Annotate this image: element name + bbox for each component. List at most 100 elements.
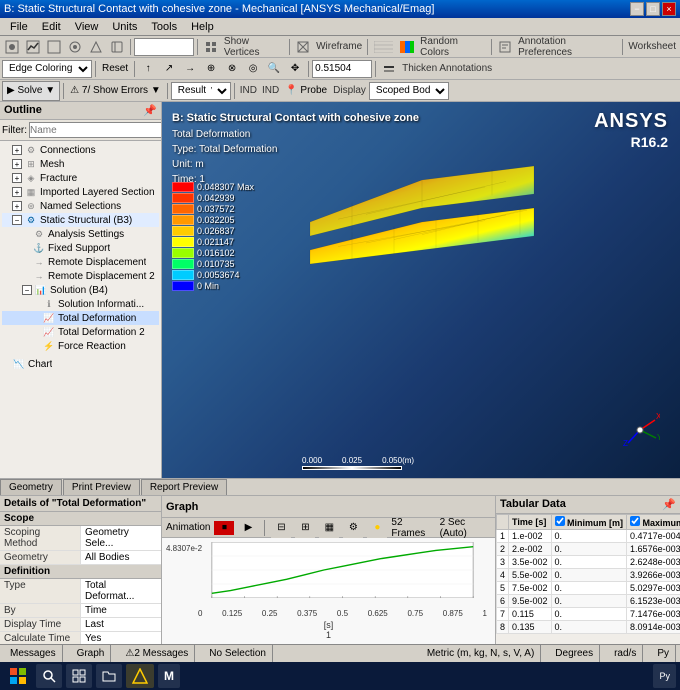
wireframe-btn[interactable] <box>293 37 313 57</box>
taskbar-clock[interactable]: Py <box>653 664 676 688</box>
tree-item-static-structural[interactable]: − ⚙ Static Structural (B3) <box>2 213 159 227</box>
tree-item-mesh[interactable]: + ⊞ Mesh <box>2 157 159 171</box>
max-checkbox[interactable] <box>630 516 640 526</box>
menu-tools[interactable]: Tools <box>145 20 183 34</box>
anim-bar3-btn[interactable]: ▦ <box>319 518 339 538</box>
tb-run-btn[interactable]: ▶ Solve ▼ <box>2 81 60 101</box>
anim-bar2-btn[interactable]: ⊞ <box>295 518 315 538</box>
taskbar-task-view[interactable] <box>66 664 92 688</box>
menu-view[interactable]: View <box>69 20 105 34</box>
result-dropdown[interactable]: Result ▼ <box>171 82 231 100</box>
messages-tab[interactable]: Messages <box>4 645 63 662</box>
min-checkbox[interactable] <box>555 516 565 526</box>
tb-reset-btn[interactable]: Reset <box>99 59 131 79</box>
display-label: Display <box>331 85 368 96</box>
tree-item-total-deform-2[interactable]: 📈 Total Deformation 2 <box>2 325 159 339</box>
fixed-label: Fixed Support <box>48 243 110 254</box>
menu-units[interactable]: Units <box>106 20 143 34</box>
col-header-max: Maximum [m] <box>627 515 680 530</box>
outline-pin[interactable]: 📌 <box>143 104 157 117</box>
tb-thicken-btn[interactable] <box>379 59 399 79</box>
start-button[interactable] <box>4 664 32 688</box>
anim-bar-btn[interactable]: ⊟ <box>271 518 291 538</box>
tb-btn-1[interactable] <box>2 37 22 57</box>
taskbar-mail[interactable]: M <box>158 664 180 688</box>
tree-item-analysis-settings[interactable]: ⚙ Analysis Settings <box>2 227 159 241</box>
tree-item-chart[interactable]: 📉 Chart <box>2 357 159 371</box>
maximize-button[interactable]: □ <box>646 2 660 16</box>
tree-item-total-deform[interactable]: 📈 Total Deformation <box>2 311 159 325</box>
tab-report-preview[interactable]: Report Preview <box>141 479 227 495</box>
viewport[interactable]: ANSYS R16.2 B: Static Structural Contact… <box>162 102 680 478</box>
graph-tab[interactable]: Graph <box>71 645 112 662</box>
tree-item-named-sel[interactable]: + ⊛ Named Selections <box>2 199 159 213</box>
show-mesh-btn[interactable] <box>371 37 396 57</box>
tree-item-remote-disp-2[interactable]: → Remote Displacement 2 <box>2 269 159 283</box>
show-vertices-btn[interactable] <box>201 37 221 57</box>
menu-edit[interactable]: Edit <box>36 20 67 34</box>
scoped-bodies-dropdown[interactable]: Scoped Bodies ▼ <box>369 82 449 100</box>
anim-dot-btn[interactable]: ● <box>367 518 387 538</box>
tree-item-force-reaction[interactable]: ⚡ Force Reaction <box>2 339 159 353</box>
sep-1 <box>130 39 131 55</box>
toolbar-dropdown-1[interactable] <box>134 38 194 56</box>
tb-errors-btn[interactable]: ⚠ 7/ Show Errors ▼ <box>67 81 164 101</box>
tab-print-preview[interactable]: Print Preview <box>63 479 140 495</box>
tb-btn-5[interactable] <box>86 37 106 57</box>
total-deform2-label: Total Deformation 2 <box>58 327 145 338</box>
graph-title: Graph <box>166 501 198 513</box>
tabular-scroll[interactable]: Time [s] Minimum [m] Maximum [m] 11.e-00… <box>496 514 680 644</box>
tabular-pin[interactable]: 📌 <box>662 498 676 511</box>
result-value-input[interactable] <box>312 60 372 78</box>
tab-geometry[interactable]: Geometry <box>0 479 62 495</box>
anim-stop-btn[interactable]: ⏹ <box>214 521 234 535</box>
tb-move-btn[interactable]: ✥ <box>285 59 305 79</box>
table-row: 45.5e-0020.3.9266e-003 <box>497 569 680 582</box>
tb-zoom-btn[interactable]: 🔍 <box>264 59 284 79</box>
tb-btn-6[interactable] <box>107 37 127 57</box>
tb-arrow4-btn[interactable]: ⊕ <box>201 59 221 79</box>
expand-connections[interactable]: + <box>12 145 22 155</box>
tb-btn-2[interactable] <box>23 37 43 57</box>
menu-help[interactable]: Help <box>185 20 220 34</box>
anim-settings-btn[interactable]: ⚙ <box>343 518 363 538</box>
edge-coloring-dropdown[interactable]: Edge Coloring <box>2 60 92 78</box>
menu-file[interactable]: File <box>4 20 34 34</box>
expand-named[interactable]: + <box>12 201 22 211</box>
expand-imported[interactable]: + <box>12 187 22 197</box>
filter-input[interactable] <box>29 122 162 138</box>
expand-solution[interactable]: − <box>22 285 32 295</box>
annotation-pref-btn[interactable] <box>495 37 515 57</box>
tb-arrow-btn[interactable]: ↑ <box>138 59 158 79</box>
tb-arrow2-btn[interactable]: ↗ <box>159 59 179 79</box>
expand-mesh[interactable]: + <box>12 159 22 169</box>
sep-2 <box>197 39 198 55</box>
taskbar-ansys[interactable] <box>126 664 154 688</box>
close-button[interactable]: × <box>662 2 676 16</box>
random-colors-label: Random Colors <box>418 36 488 58</box>
geometry-label: Geometry <box>0 551 81 564</box>
tree-item-solution[interactable]: − 📊 Solution (B4) <box>2 283 159 297</box>
taskbar-search[interactable] <box>36 664 62 688</box>
expand-static[interactable]: − <box>12 215 22 225</box>
probe-btn[interactable]: 📍 Probe <box>282 81 330 101</box>
tb-arrow5-btn[interactable]: ⊗ <box>222 59 242 79</box>
total-deform-icon: 📈 <box>42 312 56 324</box>
tree-item-fixed-support[interactable]: ⚓ Fixed Support <box>2 241 159 255</box>
minimize-button[interactable]: − <box>630 2 644 16</box>
tb-arrow3-btn[interactable]: → <box>180 59 200 79</box>
anim-play-btn[interactable]: ▶ <box>238 521 258 535</box>
taskbar-file-explorer[interactable] <box>96 664 122 688</box>
tree-item-imported[interactable]: + ▦ Imported Layered Section <box>2 185 159 199</box>
row-time: 1.e-002 <box>509 530 552 543</box>
tree-item-solution-info[interactable]: ℹ Solution Informati... <box>2 297 159 311</box>
tb-btn-4[interactable] <box>65 37 85 57</box>
random-colors-btn[interactable] <box>397 37 417 57</box>
expand-fracture[interactable]: + <box>12 173 22 183</box>
tree-item-remote-disp[interactable]: → Remote Displacement <box>2 255 159 269</box>
tb-btn-3[interactable] <box>44 37 64 57</box>
tb-arrow6-btn[interactable]: ◎ <box>243 59 263 79</box>
geometry-value: All Bodies <box>81 551 161 564</box>
tree-item-connections[interactable]: + ⚙ Connections <box>2 143 159 157</box>
tree-item-fracture[interactable]: + ◈ Fracture <box>2 171 159 185</box>
